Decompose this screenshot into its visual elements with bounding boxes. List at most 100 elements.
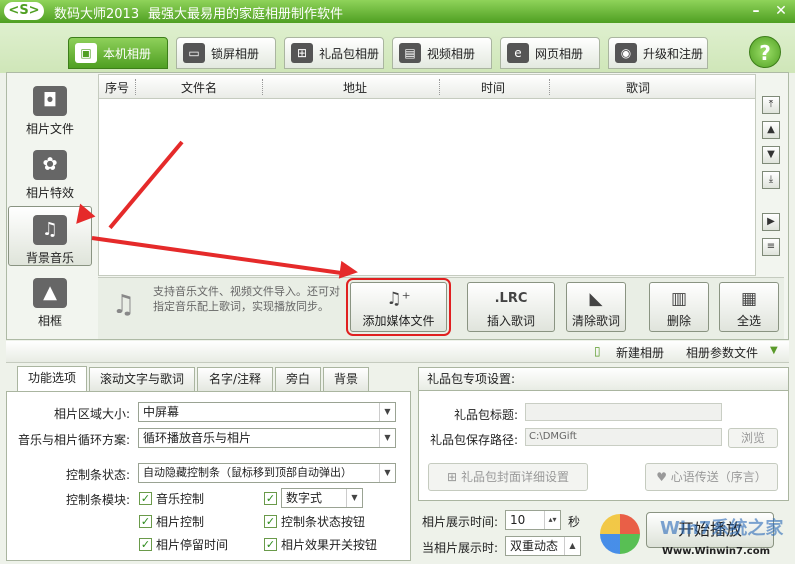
control-bar-state-select[interactable]: 自动隐藏控制条（鼠标移到顶部自动弹出） ▼ (138, 463, 396, 483)
column-header-address[interactable]: 地址 (265, 79, 445, 96)
tab-local-album[interactable]: ▣ 本机相册 (68, 37, 168, 69)
gift-title-input[interactable] (525, 403, 722, 421)
sidebar-item-label: 相框 (37, 314, 62, 328)
photo-effect-toggle-checkbox[interactable]: ✓ (264, 538, 277, 551)
checkbox-label: 控制条状态按钮 (281, 515, 366, 529)
button-label: 清除歌词 (571, 314, 620, 328)
digital-checkbox[interactable]: ✓ (264, 492, 277, 505)
tab-lockscreen-album[interactable]: ▭ 锁屏相册 (176, 37, 276, 69)
music-control-checkbox[interactable]: ✓ (139, 492, 152, 505)
tab-narration[interactable]: 旁白 (275, 367, 321, 391)
watermark-brand: Win7系统之家 (660, 518, 784, 539)
sidebar-item-label: 相片特效 (25, 186, 74, 200)
play-preview-button[interactable]: ▶ (762, 213, 780, 231)
insert-lyrics-button[interactable]: .LRC 插入歌词 (467, 282, 555, 332)
clear-lyrics-button[interactable]: ◣ 清除歌词 (566, 282, 626, 332)
import-hint-text: 支持音乐文件、视频文件导入。还可对指定音乐配上歌词，实现播放同步。 (153, 285, 340, 313)
column-header-filename[interactable]: 文件名 (139, 79, 259, 96)
gift-path-input[interactable]: C:\DMGift (525, 428, 722, 446)
tab-web-album[interactable]: e 网页相册 (500, 37, 600, 69)
checkbox-label: 相片控制 (156, 515, 205, 529)
tab-label: 礼品包相册 (319, 46, 380, 61)
delete-button[interactable]: ▥ 删除 (649, 282, 709, 332)
details-button[interactable]: ≡ (762, 238, 780, 256)
document-icon: ▯ (594, 344, 601, 358)
minimize-button[interactable]: – (745, 1, 767, 21)
column-separator (262, 79, 263, 95)
selected-value: 双重动态 (510, 539, 559, 553)
gift-cover-settings-button[interactable]: ⊞ 礼品包封面详细设置 (428, 463, 588, 491)
new-album-link[interactable]: 新建相册 (616, 344, 664, 361)
tab-label: 网页相册 (535, 46, 584, 61)
windows-logo-icon (600, 514, 640, 554)
photo-stay-time-checkbox[interactable]: ✓ (139, 538, 152, 551)
tab-name-notes[interactable]: 名字/注释 (197, 367, 273, 391)
tab-gift-album[interactable]: ⊞ 礼品包相册 (284, 37, 384, 69)
app-slogan: 最强大最易用的家庭相册制作软件 (148, 7, 344, 22)
album-toolbar: ▯ 新建相册 相册参数文件 ▼ (6, 341, 789, 363)
loop-scheme-select[interactable]: 循环播放音乐与相片 ▼ (138, 428, 396, 448)
control-bar-modules-label: 控制条模块: (65, 493, 130, 507)
tab-function-options[interactable]: 功能选项 (17, 366, 87, 392)
help-icon[interactable]: ? (749, 36, 781, 68)
sidebar-item-photo-files[interactable]: ◘ 相片文件 (8, 78, 92, 138)
sidebar-item-frame[interactable]: ▲ 相框 (8, 270, 92, 330)
chevron-down-icon[interactable]: ▼ (770, 345, 778, 356)
eraser-icon: ◣ (589, 289, 603, 309)
tab-label: 升级和注册 (643, 46, 704, 61)
preface-message-button[interactable]: ♥ 心语传送（序言） (645, 463, 778, 491)
media-file-table[interactable]: 序号 文件名 地址 时间 歌词 (98, 74, 756, 276)
photo-show-time-stepper[interactable]: 10 ▴▾ (505, 510, 561, 530)
column-header-time[interactable]: 时间 (443, 79, 543, 96)
annotation-arrowhead (338, 260, 360, 282)
control-bar-state-label: 控制条状态: (65, 468, 130, 482)
frame-icon: ▲ (33, 278, 67, 308)
tab-scroll-text-lyrics[interactable]: 滚动文字与歌词 (89, 367, 195, 391)
checkbox-label: 相片效果开关按钮 (281, 538, 378, 552)
move-top-button[interactable]: ⤒ (762, 96, 780, 114)
selected-value: 循环播放音乐与相片 (143, 431, 252, 445)
photo-control-checkbox[interactable]: ✓ (139, 515, 152, 528)
sidebar-item-photo-effects[interactable]: ✿ 相片特效 (8, 142, 92, 202)
column-header-lyrics[interactable]: 歌词 (553, 79, 723, 96)
add-media-file-button[interactable]: ♫⁺ 添加媒体文件 (346, 278, 451, 336)
title-bar: <S> 数码大师2013 最强大最易用的家庭相册制作软件 – ✕ (0, 0, 795, 23)
spin-icon[interactable]: ▴▾ (544, 511, 560, 529)
sidebar-item-label: 相片文件 (25, 122, 74, 136)
when-showing-select[interactable]: 双重动态 ▲ (505, 536, 581, 556)
watermark-url: Www.Winwin7.com (662, 546, 771, 557)
button-label: 删除 (666, 314, 691, 328)
tab-upgrade[interactable]: ◉ 升级和注册 (608, 37, 708, 69)
add-music-icon: ♫⁺ (386, 289, 411, 309)
table-header: 序号 文件名 地址 时间 歌词 (99, 75, 755, 99)
column-separator (549, 79, 550, 95)
move-down-button[interactable]: ▼ (762, 146, 780, 164)
move-up-button[interactable]: ▲ (762, 121, 780, 139)
effects-icon: ✿ (33, 150, 67, 180)
browse-button[interactable]: 浏览 (728, 428, 778, 448)
control-bar-state-button-checkbox[interactable]: ✓ (264, 515, 277, 528)
gift-icon: ⊞ (291, 43, 313, 63)
move-bottom-button[interactable]: ⤓ (762, 171, 780, 189)
select-all-button[interactable]: ▦ 全选 (719, 282, 779, 332)
checkbox-label: 相片停留时间 (156, 538, 229, 552)
button-label: 心语传送（序言） (670, 470, 767, 484)
tab-label: 视频相册 (427, 46, 476, 61)
grid-icon: ▦ (740, 289, 758, 309)
button-label: 插入歌词 (486, 314, 535, 328)
area-size-label: 相片区域大小: (53, 407, 130, 421)
chevron-up-icon: ▲ (564, 537, 580, 555)
tab-label: 本机相册 (103, 46, 152, 61)
column-header-index[interactable]: 序号 (103, 79, 131, 96)
close-button[interactable]: ✕ (770, 1, 792, 21)
album-params-menu[interactable]: 相册参数文件 (686, 344, 758, 361)
lrc-icon: .LRC (494, 291, 528, 306)
column-separator (135, 79, 136, 95)
tab-background[interactable]: 背景 (323, 367, 369, 391)
digital-style-select[interactable]: 数字式 ▼ (281, 488, 363, 508)
chevron-down-icon: ▼ (346, 489, 362, 507)
checkbox-label: 音乐控制 (156, 492, 205, 506)
tab-video-album[interactable]: ▤ 视频相册 (392, 37, 492, 69)
selected-value: 数字式 (286, 491, 323, 505)
area-size-select[interactable]: 中屏幕 ▼ (138, 402, 396, 422)
